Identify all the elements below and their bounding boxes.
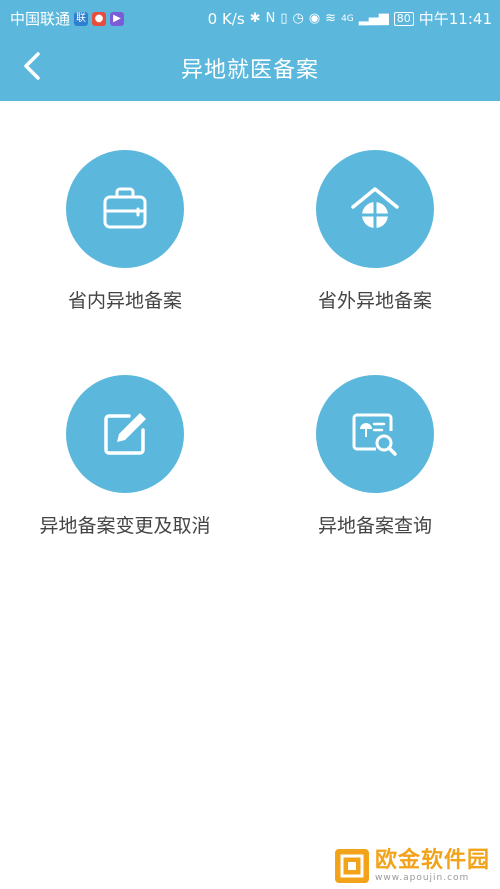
menu-item-label: 异地备案变更及取消 xyxy=(39,515,211,537)
edit-icon xyxy=(104,413,146,455)
bluetooth-icon: ✱ xyxy=(249,11,261,26)
watermark-name: 欧金软件园 xyxy=(374,848,490,873)
nfc-icon: N xyxy=(265,11,276,26)
watermark-url: www.apoujin.com xyxy=(374,873,470,883)
carrier-name: 中国联通 xyxy=(10,10,71,28)
search-document-icon xyxy=(352,413,397,456)
clock: 中午11:41 xyxy=(418,10,492,28)
page-title: 异地就医备案 xyxy=(180,58,319,83)
map-notification-icon: ● xyxy=(92,11,107,26)
alarm-icon: ◷ xyxy=(292,11,304,26)
battery-icon: 80 xyxy=(393,11,414,26)
menu-item-label: 省外异地备案 xyxy=(317,290,432,312)
watermark: 欧金软件园 www.apoujin.com xyxy=(334,848,490,884)
title-bar: 异地就医备案 xyxy=(0,34,500,101)
menu-item-label: 省内异地备案 xyxy=(67,290,182,312)
signal-icon: ▂▄▆ xyxy=(358,11,389,26)
app-notification-icon: 联 xyxy=(74,11,89,26)
house-icon xyxy=(351,187,399,228)
menu-item-icon-circle xyxy=(66,150,184,268)
watermark-text: 欧金软件园 www.apoujin.com xyxy=(374,848,490,884)
status-right: 0 K/s ✱ N ▯ ◷ ◉ ≋ 4G ▂▄▆ 80 中午11:41 xyxy=(208,8,492,29)
menu-item-in-province[interactable]: 省内异地备案 xyxy=(5,150,245,313)
menu-item-change-cancel[interactable]: 异地备案变更及取消 xyxy=(5,375,245,538)
watermark-logo-icon xyxy=(334,849,369,883)
menu-item-out-province[interactable]: 省外异地备案 xyxy=(255,150,495,313)
play-notification-icon: ▶ xyxy=(110,11,125,26)
status-bar: 中国联通 联 ● ▶ 0 K/s ✱ N ▯ ◷ ◉ ≋ 4G ▂▄▆ 80 中… xyxy=(0,0,500,34)
briefcase-icon xyxy=(103,187,147,229)
menu-item-query[interactable]: 异地备案查询 xyxy=(255,375,495,538)
status-left: 中国联通 联 ● ▶ xyxy=(10,8,125,29)
network-speed: 0 K/s xyxy=(207,9,245,28)
eye-icon: ◉ xyxy=(308,11,321,26)
vibrate-icon: ▯ xyxy=(280,11,288,26)
menu-item-icon-circle xyxy=(316,375,434,493)
menu-item-label: 异地备案查询 xyxy=(317,515,432,537)
menu-item-icon-circle xyxy=(316,150,434,268)
wifi-icon: ≋ xyxy=(325,11,337,26)
menu-item-icon-circle xyxy=(66,375,184,493)
network-type: 4G xyxy=(341,13,354,24)
